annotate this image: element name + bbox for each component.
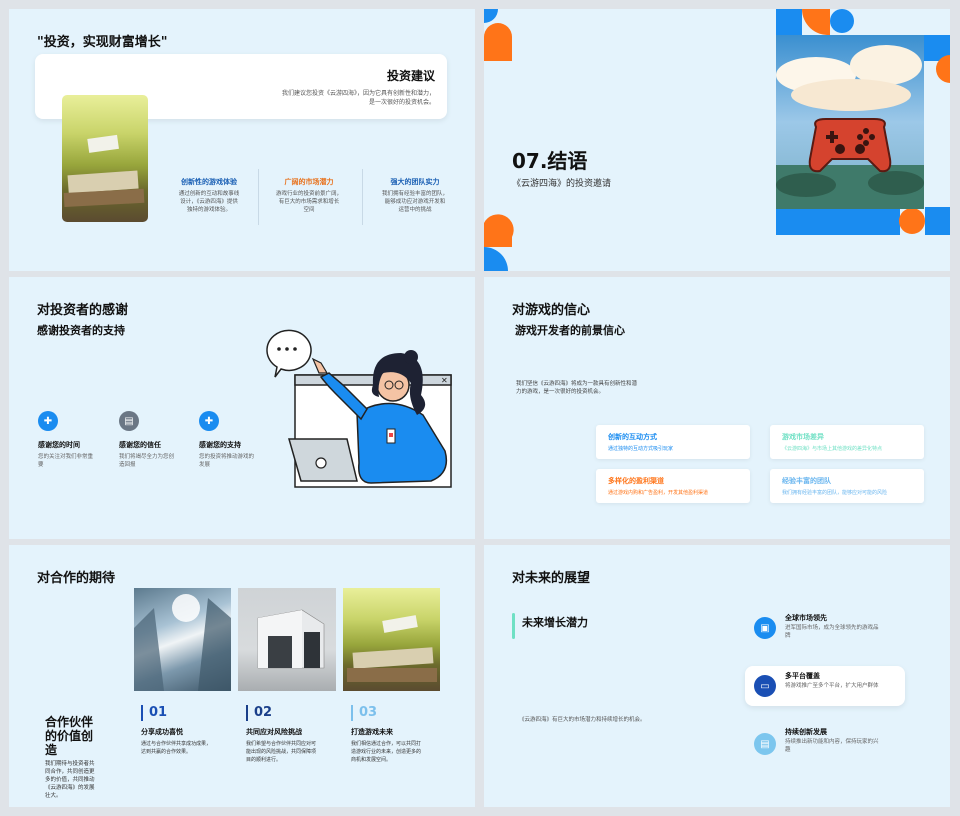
slide-title: "投资，实现财富增长"	[37, 35, 168, 50]
thanks-item-trust: ▤ 感谢您的信任 我们将竭尽全力为您创 造回报	[119, 411, 195, 469]
slide-subtitle: 游戏开发者的前景信心	[515, 324, 625, 337]
slide-title: 对未来的展望	[512, 571, 591, 586]
woman-pointing-illustration: ✕	[266, 329, 452, 488]
feature-card-interaction: 创新的互动方式 通过独特的互动方式吸引玩家	[596, 425, 750, 459]
slide-title: 对合作的期待	[37, 571, 116, 586]
slide-cooperation[interactable]: 对合作的期待 合作伙伴 的价值创造 我们期待与投资者共 同合作，共同创造更 多的价值，…	[9, 545, 475, 807]
feature-title: 多平台覆盖	[785, 672, 820, 680]
item-text: 我们相信通过合作，可以共同打 造游戏行业的未来，创造更多的 商机和发展空间。	[351, 741, 422, 763]
cooperation-item-risk: 02 共同应对风险挑战 我们希望与合作伙伴共同应对可 能出现的风险挑战，共同保障项…	[246, 705, 341, 764]
card-desc: 通过独特的互动方式吸引玩家	[608, 446, 674, 452]
item-text: 我们将竭尽全力为您创 造回报	[119, 454, 175, 468]
card-title: 经验丰富的团队	[782, 477, 831, 485]
slide-investment-advice[interactable]: "投资，实现财富增长" 投资建议 我们建议您投资《云游四海》，因为它具有创新性和…	[9, 9, 475, 271]
gamepad-artwork	[776, 35, 924, 209]
card-desc: 我们拥有经验丰富的团队，能够应对可能的风险	[782, 490, 888, 496]
slide-future-outlook[interactable]: 对未来的展望 未来增长潜力 《云游四海》有巨大的市场潜力和持续增长的机会。 ▣ …	[484, 545, 950, 807]
item-title: 共同应对风险挑战	[246, 728, 302, 736]
feature-title: 持续创新发展	[785, 728, 827, 736]
column-market: 广阔的市场潜力 游戏行业的投资前景广阔， 有巨大的市场需求和增长 空间	[265, 177, 353, 214]
item-title: 感谢您的时间	[38, 441, 80, 449]
image-icon: ▣	[754, 617, 776, 639]
item-title: 打造游戏未来	[351, 728, 393, 736]
grass-notebook-photo	[62, 95, 148, 222]
feature-multiplatform-card: ▭ 多平台覆盖 将游戏推广至多个平台，扩大用户群体	[745, 666, 905, 706]
column-title: 广阔的市场潜力	[284, 178, 334, 186]
divider	[362, 169, 363, 225]
item-number: 01	[141, 705, 236, 721]
item-title: 感谢您的信任	[119, 441, 161, 449]
slide-subtitle: 感谢投资者的支持	[37, 324, 125, 337]
side-title: 合作伙伴 的价值创造	[45, 715, 94, 757]
feature-text: 持续推出新功能和内容，保持玩家的兴趣	[785, 739, 879, 753]
slide-subtitle: 《云游四海》的投资邀请	[512, 179, 612, 189]
thanks-item-time: ✚ 感谢您的时间 您的关注对我们非常重要	[38, 411, 114, 469]
column-team: 强大的团队实力 我们拥有经验丰富的团队， 能够成功应对游戏开发和 运营中的挑战	[371, 177, 459, 214]
cooperation-item-future: 03 打造游戏未来 我们相信通过合作，可以共同打 造游戏行业的未来，创造更多的 商机…	[351, 705, 446, 764]
slide-game-confidence[interactable]: 对游戏的信心 游戏开发者的前景信心 我们坚信《云游四海》将成为一款具有创新性和潜…	[484, 277, 950, 539]
clipboard-icon: ▤	[119, 411, 139, 431]
item-number: 03	[351, 705, 446, 721]
card-title: 创新的互动方式	[608, 433, 657, 441]
item-text: 我们希望与合作伙伴共同应对可 能出现的风险挑战，共同保障项 目的顺利进行。	[246, 741, 317, 763]
feature-card-team: 经验丰富的团队 我们拥有经验丰富的团队，能够应对可能的风险	[770, 469, 924, 503]
card-heading: 投资建议	[386, 69, 435, 83]
feature-card-revenue: 多样化的盈利渠道 通过游戏内购和广告盈利，开发其他盈利渠道	[596, 469, 750, 503]
intro-text: 我们坚信《云游四海》将成为一款具有创新性和潜 力的游戏，是一次很好的投资机会。	[516, 381, 638, 395]
skyscraper-photo	[134, 588, 231, 691]
column-text: 通过创新的互动和故事线 设计，《云游四海》提供 独特的游戏体验。	[178, 191, 240, 213]
column-title: 创新性的游戏体验	[181, 178, 237, 186]
feature-title: 全球市场领先	[785, 614, 827, 622]
grass-notebook-photo	[343, 588, 440, 691]
slide-subtitle: 未来增长潜力	[522, 616, 588, 629]
column-title: 强大的团队实力	[390, 178, 440, 186]
card-text-2: 是一次很好的投资机会。	[368, 99, 435, 106]
column-text: 我们拥有经验丰富的团队， 能够成功应对游戏开发和 运营中的挑战	[381, 191, 448, 213]
card-title: 多样化的盈利渠道	[608, 477, 664, 485]
cooperation-item-success: 01 分享成功喜悦 通过与合作伙伴共享成功成果， 达到共赢的合作效果。	[141, 705, 236, 756]
building-photo	[238, 588, 336, 691]
gamepad-icon: ▭	[754, 675, 776, 697]
feature-text: 进军国际市场，成为全球领先的游戏品牌	[785, 625, 879, 639]
column-text: 游戏行业的投资前景广阔， 有巨大的市场需求和增长 空间	[275, 191, 342, 213]
puzzle-icon: ✚	[199, 411, 219, 431]
side-text: 我们期待与投资者共 同合作，共同创造更 多的价值，共同推动 《云游四海》的发展 壮大。	[45, 761, 95, 799]
feature-text: 将游戏推广至多个平台，扩大用户群体	[785, 683, 879, 689]
item-text: 通过与合作伙伴共享成功成果， 达到共赢的合作效果。	[141, 741, 212, 755]
slide-title: 对投资者的感谢	[37, 303, 129, 318]
column-innovation: 创新性的游戏体验 通过创新的互动和故事线 设计，《云游四海》提供 独特的游戏体验。	[165, 177, 253, 214]
puzzle-icon: ✚	[38, 411, 58, 431]
slide-thanks-investors[interactable]: 对投资者的感谢 感谢投资者的支持 ✚ 感谢您的时间 您的关注对我们非常重要 ▤ …	[9, 277, 475, 539]
card-desc: 《云游四海》与市场上其他游戏的差异化特点	[782, 446, 883, 452]
accent-bar	[512, 613, 515, 639]
card-desc: 通过游戏内购和广告盈利，开发其他盈利渠道	[608, 490, 709, 496]
body-text: 《云游四海》有巨大的市场潜力和持续增长的机会。	[519, 717, 646, 723]
feature-card-market: 游戏市场差异 《云游四海》与市场上其他游戏的差异化特点	[770, 425, 924, 459]
chat-icon: ▤	[754, 733, 776, 755]
item-title: 分享成功喜悦	[141, 728, 183, 736]
divider	[258, 169, 259, 225]
slide-title: 对游戏的信心	[512, 303, 591, 318]
item-number: 02	[246, 705, 341, 721]
svg-text:✕: ✕	[441, 376, 448, 385]
item-text: 您的关注对我们非常重要	[38, 454, 94, 468]
slide-title: 07.结语	[512, 149, 588, 173]
card-text-1: 我们建议您投资《云游四海》，因为它具有创新性和潜力，	[281, 90, 435, 97]
card-title: 游戏市场差异	[782, 433, 824, 441]
slide-conclusion[interactable]: 07.结语 《云游四海》的投资邀请	[484, 9, 950, 271]
